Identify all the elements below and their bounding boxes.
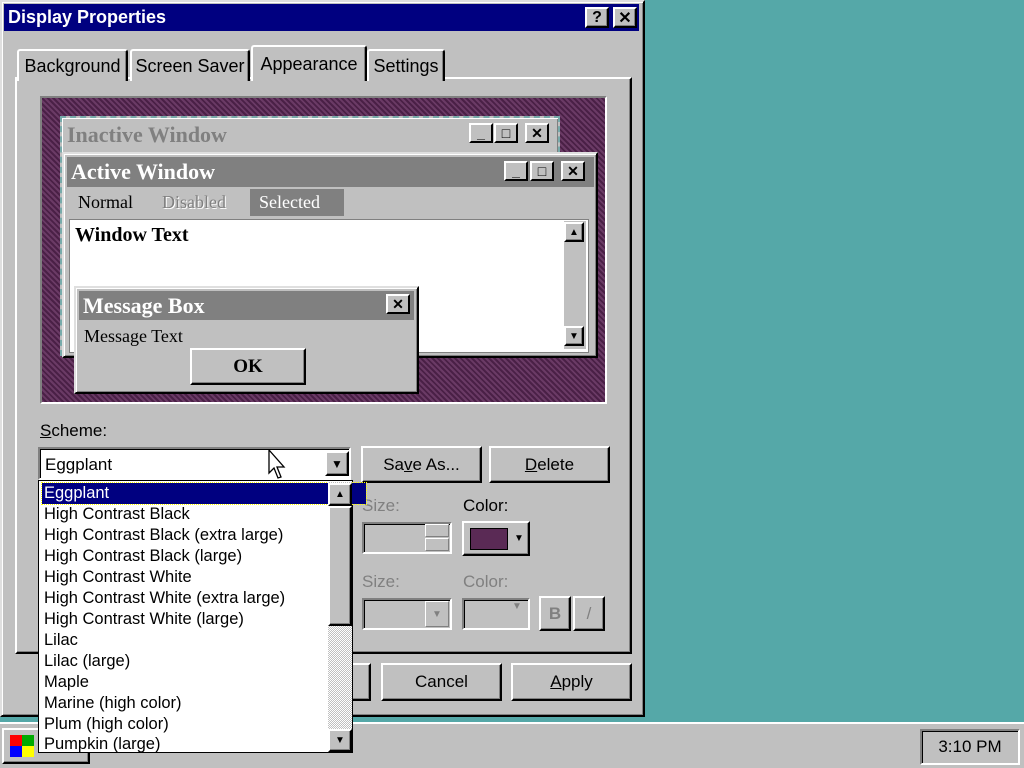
apply-button[interactable]: Apply (511, 663, 632, 701)
list-item[interactable]: High Contrast Black (44, 504, 190, 525)
dialog-title: Display Properties (8, 7, 167, 27)
delete-button[interactable]: Delete (489, 446, 610, 483)
dropdown-scroll-down-icon[interactable]: ▼ (328, 729, 352, 752)
list-item[interactable]: Eggplant (41, 482, 367, 505)
list-item[interactable]: High Contrast White (extra large) (44, 588, 285, 609)
menu-disabled: Disabled (162, 192, 226, 212)
scheme-dropdown-chevron-down-icon[interactable]: ▼ (325, 451, 349, 476)
active-maximize-icon: □ (530, 161, 554, 181)
message-box-title: Message Box (83, 292, 205, 318)
list-item[interactable]: Plum (high color) (44, 714, 169, 735)
color-swatch (470, 527, 508, 550)
tab-label: Settings (373, 55, 439, 76)
item-color-label: Color: (463, 496, 509, 515)
inactive-window-title: Inactive Window (67, 122, 227, 147)
inactive-maximize-icon: □ (494, 123, 518, 143)
list-item[interactable]: High Contrast White (large) (44, 609, 244, 630)
dialog-titlebar[interactable]: Display Properties (4, 4, 639, 31)
font-color-chevron-down-icon: ▼ (512, 601, 522, 612)
inactive-minimize-icon: _ (469, 123, 493, 143)
font-size-chevron-down-icon[interactable]: ▼ (425, 601, 449, 627)
item-color-button[interactable]: ▼ (462, 521, 530, 556)
scheme-combobox-value: Eggplant (45, 455, 113, 474)
close-icon: ✕ (618, 9, 632, 27)
list-item[interactable]: Maple (44, 672, 89, 693)
mouse-cursor-icon (268, 449, 286, 479)
message-box-close-icon: ✕ (386, 294, 410, 314)
item-size-label: Size: (362, 496, 400, 515)
bold-button[interactable]: B (539, 596, 571, 631)
italic-button[interactable]: / (573, 596, 605, 631)
windows-logo-icon (10, 735, 34, 757)
font-color-label: Color: (463, 572, 509, 591)
scheme-combobox[interactable]: Eggplant (38, 447, 351, 480)
cancel-button[interactable]: Cancel (381, 663, 502, 701)
window-text: Window Text (75, 224, 189, 246)
active-minimize-icon: _ (504, 161, 528, 181)
active-close-icon: ✕ (561, 161, 585, 181)
tab-settings[interactable]: Settings (367, 49, 445, 81)
tab-screen-saver[interactable]: Screen Saver (130, 49, 250, 81)
message-ok-button: OK (190, 348, 306, 385)
scheme-label: Scheme: (40, 421, 108, 440)
preview-scroll-down-icon: ▼ (564, 326, 584, 346)
tab-label: Screen Saver (135, 55, 245, 76)
list-item[interactable]: Marine (high color) (44, 693, 182, 714)
preview-scroll-up-icon: ▲ (564, 222, 584, 242)
tab-label: Background (24, 55, 121, 76)
message-box-titlebar: Message Box (79, 291, 414, 320)
active-window-title: Active Window (71, 159, 216, 184)
font-size-label: Size: (362, 572, 400, 591)
system-tray-clock: 3:10 PM (920, 729, 1020, 765)
list-item[interactable]: Lilac (large) (44, 651, 130, 672)
list-item[interactable]: Lilac (44, 630, 78, 651)
help-button[interactable]: ? (585, 7, 609, 28)
help-icon: ? (592, 8, 602, 26)
color-dropdown-chevron-down-icon: ▼ (514, 533, 524, 544)
scheme-dropdown-list[interactable]: Eggplant High Contrast Black High Contra… (38, 480, 367, 755)
tab-label: Appearance (260, 53, 358, 74)
spinner-up-icon[interactable] (425, 524, 449, 537)
list-item[interactable]: High Contrast White (44, 567, 192, 588)
inactive-close-icon: ✕ (525, 123, 549, 143)
save-as-button[interactable]: Sa v e As... (361, 446, 482, 483)
list-item[interactable]: Pumpkin (large) (44, 734, 160, 755)
dropdown-scroll-up-icon[interactable]: ▲ (328, 483, 352, 506)
menu-selected: Selected (250, 189, 344, 216)
close-button[interactable]: ✕ (613, 7, 637, 28)
spinner-down-icon[interactable] (425, 538, 449, 551)
list-item[interactable]: High Contrast Black (large) (44, 546, 242, 567)
tab-appearance[interactable]: Appearance (251, 45, 367, 81)
dropdown-scroll-thumb[interactable] (328, 506, 352, 626)
menu-normal: Normal (78, 192, 133, 212)
message-text: Message Text (84, 326, 183, 346)
list-item[interactable]: High Contrast Black (extra large) (44, 525, 283, 546)
tab-background[interactable]: Background (17, 49, 128, 81)
